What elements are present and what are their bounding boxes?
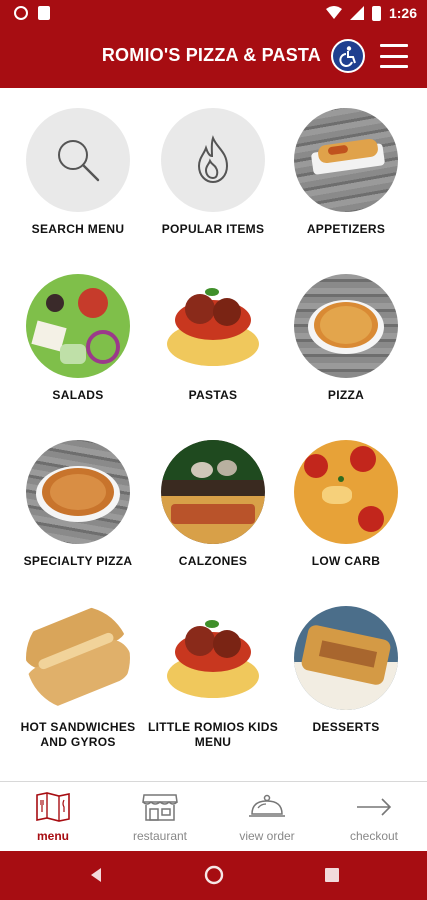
accessibility-icon[interactable] bbox=[331, 39, 365, 73]
tab-label: restaurant bbox=[132, 829, 188, 843]
home-icon[interactable] bbox=[203, 864, 225, 886]
pizza-photo bbox=[294, 274, 398, 378]
tile-pizza[interactable]: PIZZA bbox=[276, 274, 416, 403]
kids-menu-photo bbox=[161, 606, 265, 710]
appetizers-photo bbox=[294, 108, 398, 212]
tile-label: PASTAS bbox=[188, 388, 238, 402]
tab-label: menu bbox=[36, 829, 69, 843]
tile-calzones[interactable]: CALZONES bbox=[143, 440, 283, 569]
calzones-photo bbox=[161, 440, 265, 544]
recents-icon[interactable] bbox=[324, 867, 340, 883]
tile-label: SPECIALTY PIZZA bbox=[23, 554, 133, 568]
tab-view-order[interactable]: view order bbox=[214, 782, 320, 852]
tab-menu[interactable]: menu bbox=[0, 782, 106, 852]
tile-label: DESSERTS bbox=[312, 720, 380, 734]
bottom-tab-bar: menu restaurant view order checkout bbox=[0, 781, 427, 851]
tile-label: SALADS bbox=[52, 388, 104, 402]
back-icon[interactable] bbox=[88, 865, 104, 885]
search-icon bbox=[58, 140, 100, 182]
sandwiches-photo bbox=[26, 606, 130, 710]
tile-search-menu[interactable]: SEARCH MENU bbox=[8, 108, 148, 237]
tab-restaurant[interactable]: restaurant bbox=[107, 782, 213, 852]
cloche-icon bbox=[249, 794, 285, 817]
tile-label: PIZZA bbox=[327, 388, 365, 402]
tile-label: POPULAR ITEMS bbox=[161, 222, 265, 236]
pastas-photo bbox=[161, 274, 265, 378]
tab-label: checkout bbox=[349, 829, 399, 843]
popular-circle bbox=[161, 108, 265, 212]
menu-map-icon bbox=[36, 792, 70, 822]
tile-label: LOW CARB bbox=[311, 554, 381, 568]
tab-checkout[interactable]: checkout bbox=[321, 782, 427, 852]
storefront-icon bbox=[142, 794, 178, 821]
tile-desserts[interactable]: DESSERTS bbox=[276, 606, 416, 735]
battery-icon bbox=[371, 5, 381, 21]
tile-salads[interactable]: SALADS bbox=[8, 274, 148, 403]
clock-time: 1:26 bbox=[388, 5, 417, 21]
arrow-right-icon bbox=[357, 798, 392, 816]
low-carb-photo bbox=[294, 440, 398, 544]
tile-pastas[interactable]: PASTAS bbox=[143, 274, 283, 403]
tile-label: HOT SANDWICHES AND GYROS bbox=[20, 720, 136, 749]
system-nav-bar bbox=[0, 851, 427, 900]
desserts-photo bbox=[294, 606, 398, 710]
status-bar: 1:26 bbox=[0, 0, 427, 28]
page-title: ROMIO'S PIZZA & PASTA bbox=[101, 45, 321, 65]
wifi-icon bbox=[325, 6, 342, 19]
tile-low-carb[interactable]: LOW CARB bbox=[276, 440, 416, 569]
app-header: ROMIO'S PIZZA & PASTA bbox=[0, 28, 427, 88]
salads-photo bbox=[26, 274, 130, 378]
tile-hot-sandwiches[interactable]: HOT SANDWICHES AND GYROS bbox=[8, 606, 148, 750]
sim-card-icon bbox=[38, 6, 50, 20]
tile-label: CALZONES bbox=[178, 554, 248, 568]
tile-label: SEARCH MENU bbox=[31, 222, 125, 236]
search-circle bbox=[26, 108, 130, 212]
tile-specialty-pizza[interactable]: SPECIALTY PIZZA bbox=[8, 440, 148, 569]
signal-icon bbox=[349, 6, 364, 20]
category-grid: SEARCH MENU POPULAR ITEMS APPETIZERS SAL… bbox=[0, 88, 427, 781]
tab-label: view order bbox=[239, 829, 295, 843]
hamburger-menu-icon[interactable] bbox=[380, 44, 408, 68]
tile-popular-items[interactable]: POPULAR ITEMS bbox=[143, 108, 283, 237]
tile-little-romios[interactable]: LITTLE ROMIOS KIDS MENU bbox=[143, 606, 283, 750]
notification-dot-icon bbox=[14, 6, 28, 20]
tile-appetizers[interactable]: APPETIZERS bbox=[276, 108, 416, 237]
flame-icon bbox=[197, 135, 229, 184]
tile-label: LITTLE ROMIOS KIDS MENU bbox=[147, 720, 279, 749]
specialty-pizza-photo bbox=[26, 440, 130, 544]
tile-label: APPETIZERS bbox=[306, 222, 386, 236]
